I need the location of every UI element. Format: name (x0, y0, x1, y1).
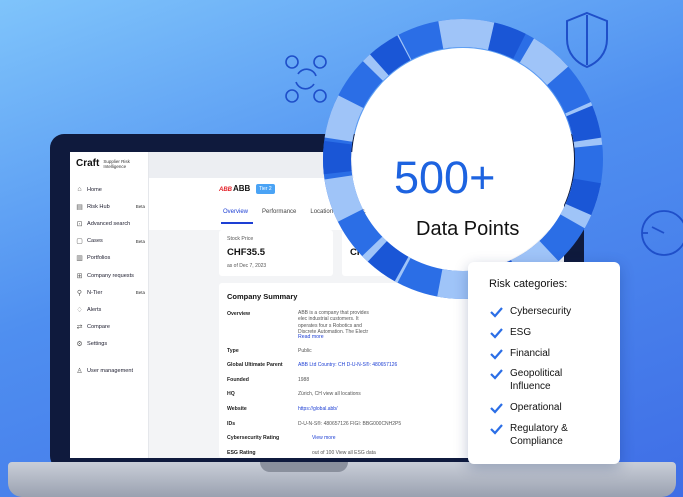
check-icon (489, 327, 503, 344)
row-label: IDs (227, 421, 236, 427)
sidebar-item-advanced-search[interactable]: ⊡ Advanced search (75, 215, 145, 232)
ntier-icon: ⚲ (76, 289, 83, 297)
check-icon (489, 423, 503, 448)
tier-badge: Tier 2 (256, 184, 275, 194)
gauge-icon (641, 210, 683, 256)
sidebar-item-label: N-Tier (87, 289, 103, 296)
list-item: Financial (489, 348, 550, 365)
request-icon: ⊞ (76, 272, 83, 280)
big-number: 500+ (394, 152, 496, 203)
list-item: Regulatory & Compliance (489, 423, 599, 448)
portfolio-icon: ▥ (76, 255, 83, 263)
risk-item-label: Financial (510, 348, 551, 359)
website-link[interactable]: https://global.abb/ (298, 406, 337, 412)
sidebar-item-compare[interactable]: ⇄ Compare (75, 319, 145, 336)
row-value: 1988 (298, 377, 310, 383)
row-label: ESG Rating (227, 450, 256, 456)
stock-date: as of Dec 7, 2023 (227, 263, 267, 269)
row-label: Founded (227, 377, 249, 383)
list-item: Operational (489, 402, 562, 419)
bell-icon: ♢ (76, 306, 83, 314)
brand-name: Craft (76, 158, 100, 169)
row-value: D-U-N-S®: 480657126 FIGI: BBG000CNH2P5 (298, 421, 402, 427)
risk-item-label: Regulatory & Compliance (510, 423, 568, 447)
sidebar-item-label: Settings (87, 341, 108, 348)
stock-value: CHF35.5 (227, 247, 266, 258)
sidebar-item-risk-hub[interactable]: ▤ Risk Hub Beta (75, 198, 145, 215)
check-icon (489, 348, 503, 365)
home-icon: ⌂ (77, 186, 82, 194)
risk-hub-icon: ▤ (76, 203, 83, 211)
beta-badge: Beta (135, 238, 145, 244)
risk-item-label: Geopolitical Influence (510, 368, 563, 392)
row-value: Zürich, CH view all locations (298, 391, 361, 397)
risk-item-label: ESG (510, 327, 532, 338)
overview-label: Overview (227, 311, 251, 317)
sidebar-item-n-tier[interactable]: ⚲ N-Tier Beta (75, 284, 145, 301)
sidebar-item-label: Home (87, 186, 102, 193)
tab-overview[interactable]: Overview (223, 209, 248, 215)
gear-icon: ⚙ (76, 341, 83, 349)
view-more-link[interactable]: View more (312, 435, 336, 441)
sidebar-item-label: Alerts (87, 306, 102, 313)
sidebar-item-label: Cases (87, 238, 103, 245)
row-value[interactable]: ABB Ltd Country: CH D-U-N-S®: 480657126 (298, 362, 397, 368)
check-icon (489, 402, 503, 419)
sidebar-item-user-management[interactable]: ♙ User management (75, 363, 145, 380)
summary-title: Company Summary (227, 292, 298, 301)
cases-icon: ▢ (76, 238, 83, 246)
row-value: Public (298, 348, 312, 354)
check-icon (489, 368, 503, 393)
stock-label: Stock Price (227, 236, 254, 242)
row-label: Type (227, 348, 239, 354)
row-value: out of 100 View all ESG data (312, 450, 376, 456)
read-more-link[interactable]: Read more (298, 334, 324, 340)
compare-icon: ⇄ (76, 324, 83, 332)
check-icon (489, 306, 503, 323)
sidebar-nav: ⌂ Home ▤ Risk Hub Beta ⊡ Advanced search ▢ Ca… (75, 181, 145, 380)
brand: Craft Supplier Risk Intelligence (76, 158, 143, 169)
risk-item-label: Operational (510, 402, 562, 413)
laptop-notch (260, 462, 348, 472)
sidebar-item-home[interactable]: ⌂ Home (75, 181, 145, 198)
sidebar-item-portfolios[interactable]: ▥ Portfolios (75, 250, 145, 267)
company-logo: ABB (219, 187, 232, 193)
list-item: Cybersecurity (489, 306, 571, 323)
active-tab-indicator (221, 222, 253, 224)
brand-subtitle: Supplier Risk Intelligence (103, 158, 130, 169)
list-item: Geopolitical Influence (489, 368, 589, 393)
sidebar-item-label: Compare (87, 324, 111, 331)
risk-item-label: Cybersecurity (510, 306, 572, 317)
sidebar: Craft Supplier Risk Intelligence ⌂ Home ▤… (70, 152, 149, 458)
search-icon: ⊡ (76, 220, 83, 228)
sidebar-item-settings[interactable]: ⚙ Settings (75, 336, 145, 353)
beta-badge: Beta (135, 290, 145, 296)
sidebar-item-company-requests[interactable]: ⊞ Company requests (75, 267, 145, 284)
risk-categories-title: Risk categories: (489, 278, 568, 290)
users-icon: ♙ (76, 368, 83, 376)
row-label: Global Ultimate Parent (227, 362, 283, 368)
beta-badge: Beta (135, 204, 145, 210)
sidebar-item-label: Portfolios (87, 255, 111, 262)
sidebar-item-label: Risk Hub (87, 203, 110, 210)
tab-performance[interactable]: Performance (262, 209, 296, 215)
sidebar-item-label: User management (87, 368, 134, 375)
sidebar-item-label: Company requests (87, 272, 134, 279)
row-label: Cybersecurity Rating (227, 435, 280, 441)
row-label: HQ (227, 391, 235, 397)
row-label: Website (227, 406, 247, 412)
company-name: ABB (233, 184, 251, 193)
sidebar-item-label: Advanced search (87, 220, 131, 227)
sidebar-item-cases[interactable]: ▢ Cases Beta (75, 233, 145, 250)
data-points-label: Data Points (416, 218, 520, 240)
sidebar-item-alerts[interactable]: ♢ Alerts (75, 301, 145, 318)
overview-text: ABB is a company that provides elec indu… (298, 310, 369, 336)
list-item: ESG (489, 327, 531, 344)
